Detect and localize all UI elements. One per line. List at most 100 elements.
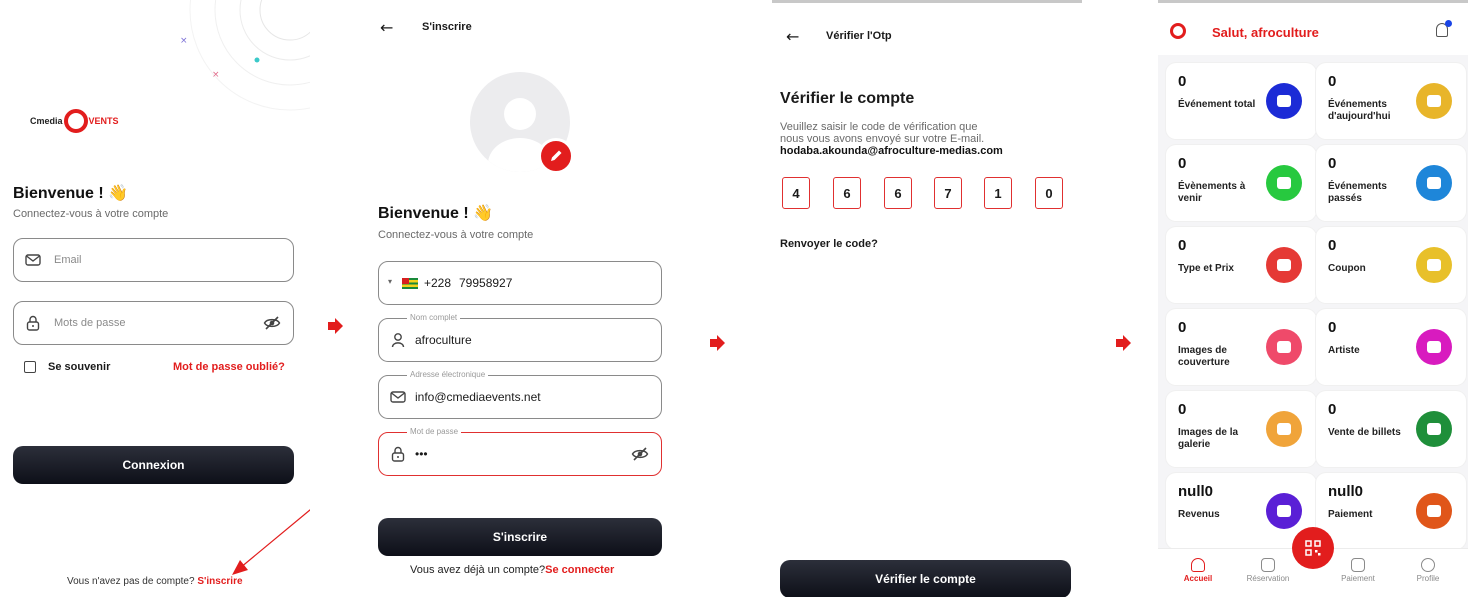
pencil-icon bbox=[551, 150, 562, 161]
have-account-text: Vous avez déjà un compte? bbox=[410, 564, 546, 576]
nav-profile[interactable]: Profile bbox=[1398, 558, 1458, 583]
stat-label: Images de la galerie bbox=[1178, 427, 1239, 450]
stat-label: Évènements à venir bbox=[1178, 181, 1246, 204]
stat-card[interactable]: 0 Artiste bbox=[1316, 309, 1466, 385]
stat-label: Événement total bbox=[1178, 99, 1256, 110]
resend-code-link[interactable]: Renvoyer le code? bbox=[780, 238, 878, 250]
greeting: Salut, afroculture bbox=[1212, 25, 1319, 40]
email-field[interactable]: Adresse électronique info@cmediaevents.n… bbox=[378, 370, 662, 419]
verify-button[interactable]: Vérifier le compte bbox=[780, 560, 1071, 597]
stat-icon bbox=[1416, 247, 1452, 283]
qr-scan-icon bbox=[1305, 540, 1321, 556]
nav-payment[interactable]: Paiement bbox=[1328, 558, 1388, 583]
stat-card[interactable]: 0 Évènements à venir bbox=[1166, 145, 1316, 221]
svg-text:×: × bbox=[212, 70, 220, 80]
stat-icon bbox=[1416, 329, 1452, 365]
fullname-field[interactable]: Nom complet afroculture bbox=[378, 313, 662, 362]
instruction-line-1: Veuillez saisir le code de vérification … bbox=[780, 121, 978, 133]
stat-value: 0 bbox=[1328, 401, 1337, 418]
lock-icon bbox=[26, 315, 40, 331]
stat-label: Paiement bbox=[1328, 509, 1373, 520]
app-logo: Cmedia VENTS bbox=[30, 109, 119, 133]
stat-card[interactable]: 0 Images de la galerie bbox=[1166, 391, 1316, 467]
stat-label: Artiste bbox=[1328, 345, 1360, 356]
pointer-arrow bbox=[232, 509, 310, 575]
forgot-password-link[interactable]: Mot de passe oublié? bbox=[173, 361, 285, 373]
stat-card[interactable]: 0 Type et Prix bbox=[1166, 227, 1316, 303]
nav-home-label: Accueil bbox=[1183, 574, 1213, 583]
stat-card[interactable]: null0 Paiement bbox=[1316, 473, 1466, 549]
email-legend: Adresse électronique bbox=[407, 370, 489, 380]
phone-code: +228 bbox=[424, 276, 452, 290]
stat-label: Événements d'aujourd'hui bbox=[1328, 99, 1391, 122]
otp-digit-4[interactable]: 7 bbox=[934, 177, 962, 209]
password-field[interactable]: Mots de passe bbox=[13, 301, 294, 345]
otp-digit-5[interactable]: 1 bbox=[984, 177, 1012, 209]
nav-reservation-label: Réservation bbox=[1246, 574, 1290, 583]
back-arrow-icon[interactable]: ← bbox=[786, 27, 799, 46]
decorative-circles: × × bbox=[180, 0, 310, 111]
stat-value: 0 bbox=[1178, 155, 1187, 172]
stat-card[interactable]: 0 Vente de billets bbox=[1316, 391, 1466, 467]
stat-icon bbox=[1266, 329, 1302, 365]
chevron-down-icon[interactable]: ▾ bbox=[388, 277, 392, 286]
password-field[interactable]: Mot de passe ••• bbox=[378, 427, 662, 476]
eye-off-icon[interactable] bbox=[263, 314, 281, 332]
stat-icon bbox=[1416, 83, 1452, 119]
nav-home[interactable]: Accueil bbox=[1168, 558, 1228, 583]
stat-card[interactable]: 0 Événements passés bbox=[1316, 145, 1466, 221]
stat-value: 0 bbox=[1328, 237, 1337, 254]
mail-icon bbox=[25, 254, 41, 266]
otp-digit-6[interactable]: 0 bbox=[1035, 177, 1063, 209]
otp-title: Vérifier le compte bbox=[780, 90, 915, 107]
stat-label: Images de couverture bbox=[1178, 345, 1230, 368]
stat-icon bbox=[1266, 247, 1302, 283]
login-screen: × × Cmedia VENTS Bienvenue ! 👋 Connectez… bbox=[0, 0, 310, 597]
stat-card[interactable]: 0 Événement total bbox=[1166, 63, 1316, 139]
edit-avatar-button[interactable] bbox=[538, 138, 574, 174]
stat-value: null0 bbox=[1178, 483, 1214, 500]
email-placeholder: Email bbox=[54, 254, 82, 266]
stat-icon bbox=[1266, 411, 1302, 447]
stat-value: 0 bbox=[1178, 319, 1187, 336]
signup-button[interactable]: S'inscrire bbox=[378, 518, 662, 556]
signup-prompt: Vous n'avez pas de compte? S'inscrire bbox=[67, 576, 243, 587]
otp-digit-3[interactable]: 6 bbox=[884, 177, 912, 209]
remember-checkbox[interactable] bbox=[24, 361, 36, 373]
flow-arrow-3 bbox=[1116, 335, 1131, 351]
otp-digit-1[interactable]: 4 bbox=[782, 177, 810, 209]
flow-arrow-2 bbox=[710, 335, 725, 351]
eye-off-icon[interactable] bbox=[631, 445, 649, 463]
otp-digit-2[interactable]: 6 bbox=[833, 177, 861, 209]
phone-field[interactable]: ▾ +228 79958927 bbox=[378, 261, 662, 305]
stat-label: Coupon bbox=[1328, 263, 1366, 274]
otp-email: hodaba.akounda@afroculture-medias.com bbox=[780, 145, 1003, 157]
password-legend: Mot de passe bbox=[407, 427, 462, 437]
signup-link[interactable]: S'inscrire bbox=[197, 576, 242, 587]
stat-value: 0 bbox=[1178, 401, 1187, 418]
login-button[interactable]: Connexion bbox=[13, 446, 294, 484]
email-field[interactable]: Email bbox=[13, 238, 294, 282]
no-account-text: Vous n'avez pas de compte? bbox=[67, 576, 195, 587]
login-link[interactable]: Se connecter bbox=[545, 564, 614, 576]
togo-flag-icon bbox=[402, 278, 418, 289]
stat-value: null0 bbox=[1328, 483, 1364, 500]
dashboard-screen: Salut, afroculture 0 Événement total 0 Évén… bbox=[1158, 0, 1468, 597]
nav-reservation[interactable]: Réservation bbox=[1238, 558, 1298, 583]
login-prompt: Vous avez déjà un compte?Se connecter bbox=[410, 564, 614, 576]
nav-profile-label: Profile bbox=[1416, 574, 1440, 583]
stat-value: 0 bbox=[1178, 73, 1187, 90]
stat-icon bbox=[1416, 165, 1452, 201]
phone-number: 79958927 bbox=[459, 276, 513, 290]
stat-card[interactable]: 0 Coupon bbox=[1316, 227, 1466, 303]
home-icon bbox=[1191, 558, 1205, 572]
back-arrow-icon[interactable]: ← bbox=[380, 18, 393, 37]
stat-card[interactable]: 0 Événements d'aujourd'hui bbox=[1316, 63, 1466, 139]
welcome-subtitle: Connectez-vous à votre compte bbox=[378, 229, 534, 241]
svg-text:×: × bbox=[180, 36, 188, 46]
stat-value: 0 bbox=[1328, 319, 1337, 336]
stat-icon bbox=[1416, 411, 1452, 447]
remember-label: Se souvenir bbox=[48, 361, 111, 373]
stat-card[interactable]: 0 Images de couverture bbox=[1166, 309, 1316, 385]
app-e-logo-icon bbox=[1170, 23, 1186, 39]
